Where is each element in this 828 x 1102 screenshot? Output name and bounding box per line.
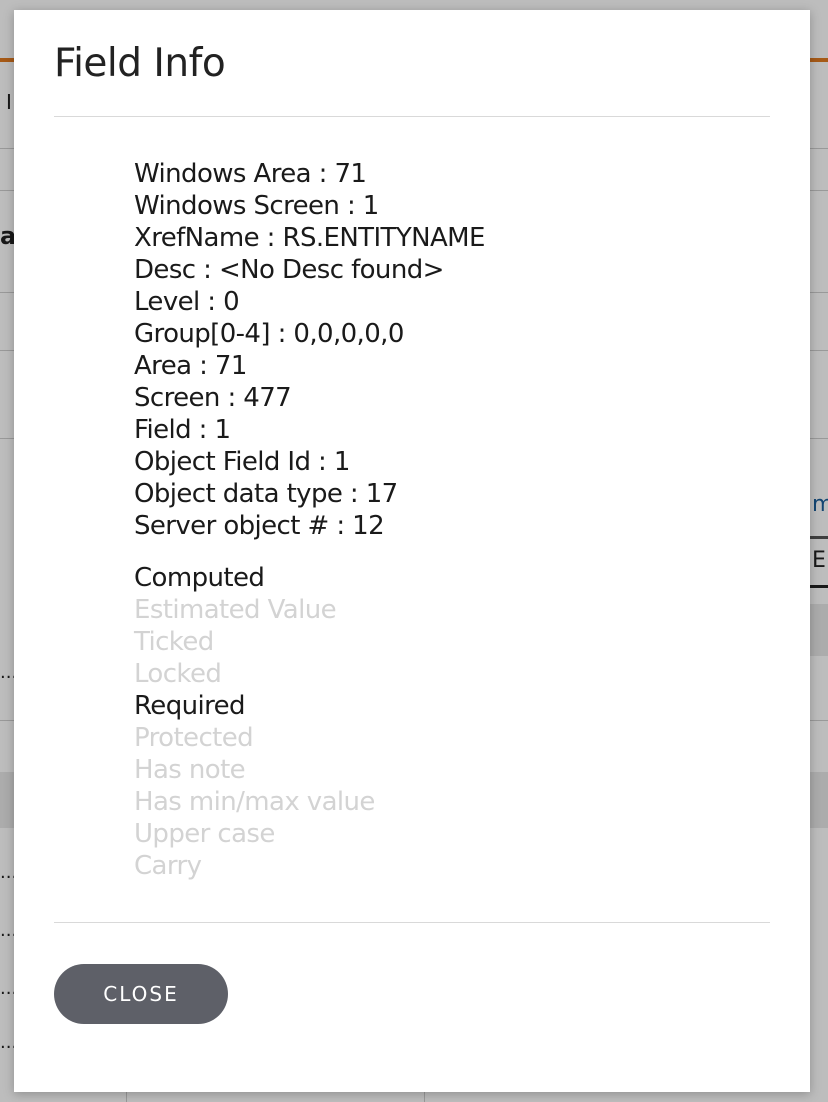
flag-has-note: Has note: [134, 755, 246, 785]
dialog-title: Field Info: [54, 41, 226, 86]
info-screen: Screen : 477: [134, 383, 292, 413]
info-group: Group[0-4] : 0,0,0,0,0: [134, 319, 404, 349]
flag-protected: Protected: [134, 723, 254, 753]
field-flags-list: Computed Estimated Value Ticked Locked R…: [134, 562, 375, 882]
info-level: Level : 0: [134, 287, 240, 317]
info-object-field-id: Object Field Id : 1: [134, 447, 350, 477]
info-area: Area : 71: [134, 351, 247, 381]
info-field: Field : 1: [134, 415, 231, 445]
field-info-list: Windows Area : 71 Windows Screen : 1 Xre…: [134, 158, 485, 542]
flag-locked: Locked: [134, 659, 222, 689]
info-desc: Desc : <No Desc found>: [134, 255, 444, 285]
info-xref-name: XrefName : RS.ENTITYNAME: [134, 223, 485, 253]
footer-divider: [54, 922, 770, 923]
flag-upper-case: Upper case: [134, 819, 275, 849]
flag-estimated-value: Estimated Value: [134, 595, 337, 625]
info-object-data-type: Object data type : 17: [134, 479, 398, 509]
header-divider: [54, 116, 770, 117]
flag-required: Required: [134, 691, 246, 721]
flag-carry: Carry: [134, 851, 202, 881]
flag-computed: Computed: [134, 563, 265, 593]
info-server-object: Server object # : 12: [134, 511, 385, 541]
info-windows-screen: Windows Screen : 1: [134, 191, 379, 221]
flag-has-min-max-value: Has min/max value: [134, 787, 375, 817]
info-windows-area: Windows Area : 71: [134, 159, 367, 189]
flag-ticked: Ticked: [134, 627, 214, 657]
close-button[interactable]: CLOSE: [54, 964, 228, 1024]
field-info-dialog: Field Info Windows Area : 71 Windows Scr…: [14, 10, 810, 1092]
